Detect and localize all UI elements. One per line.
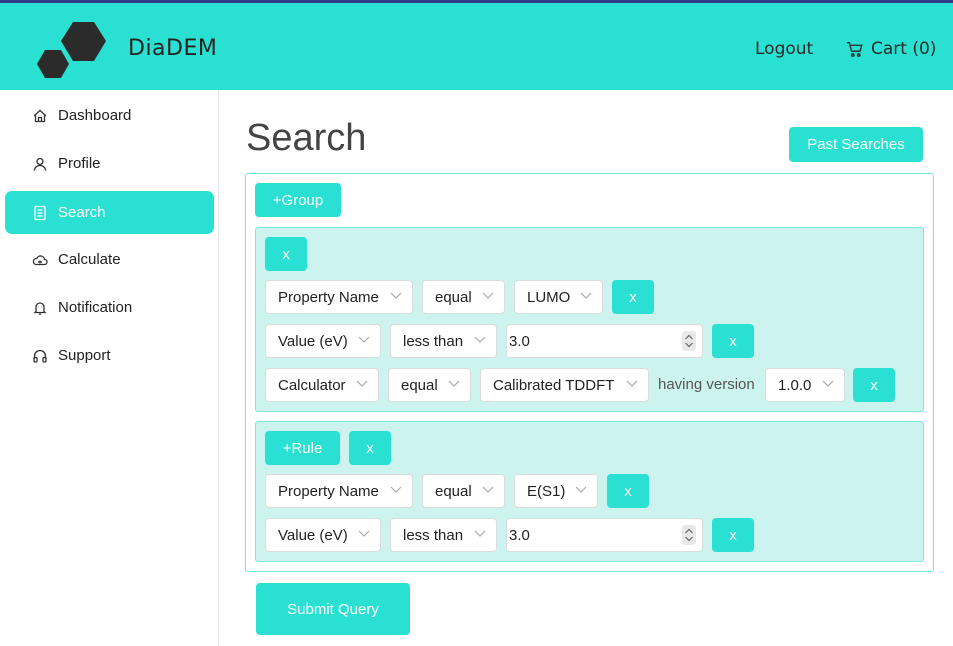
having-version-label: having version [658,376,755,393]
chevron-down-icon [390,292,402,299]
value-select[interactable]: E(S1) [514,474,598,508]
sidebar-item-label: Notification [58,299,133,316]
remove-group-button[interactable]: x [265,237,307,271]
sidebar-item-label: Support [58,347,111,364]
sidebar: Dashboard Profile Search Calculate Notif… [0,90,219,646]
operator-select[interactable]: equal [422,280,505,314]
list-icon [32,205,48,221]
select-value: Property Name [278,482,379,500]
chevron-down-icon [626,380,638,387]
field-select[interactable]: Value (eV) [265,518,381,552]
value-select[interactable]: LUMO [514,280,603,314]
field-select[interactable]: Calculator [265,368,379,402]
sidebar-item-label: Dashboard [58,107,132,124]
select-value: Calibrated TDDFT [493,376,615,394]
user-icon [32,156,48,172]
chevron-down-icon [358,530,370,537]
input-value: 3.0 [509,526,530,544]
headset-icon [32,348,48,364]
value-number-input[interactable]: 3.0 [506,518,703,552]
chevron-down-icon [822,380,834,387]
remove-rule-button[interactable]: x [853,368,895,402]
stepper-arrows-icon [685,528,693,542]
select-value: equal [435,482,472,500]
chevron-down-icon [448,380,460,387]
operator-select[interactable]: equal [422,474,505,508]
value-number-input[interactable]: 3.0 [506,324,703,358]
brand-name: DiaDEM [128,36,218,61]
diadem-logo-icon [37,22,106,78]
field-select[interactable]: Property Name [265,280,413,314]
home-icon [32,108,48,124]
operator-select[interactable]: less than [390,518,497,552]
select-value: less than [403,332,464,350]
field-select[interactable]: Property Name [265,474,413,508]
select-value: equal [435,288,472,306]
operator-select[interactable]: equal [388,368,471,402]
page-title: Search [246,117,367,159]
add-group-button[interactable]: +Group [255,183,341,217]
logout-link[interactable]: Logout [755,39,813,59]
select-value: Calculator [278,376,346,394]
number-stepper[interactable] [682,331,696,351]
cart-icon [846,41,863,57]
cloud-icon [32,252,48,268]
sidebar-item-profile[interactable]: Profile [5,142,214,185]
chevron-down-icon [358,336,370,343]
bell-icon [32,300,48,316]
select-value: Value (eV) [278,332,348,350]
remove-rule-button[interactable]: x [607,474,649,508]
chevron-down-icon [474,530,486,537]
chevron-down-icon [356,380,368,387]
chevron-down-icon [474,336,486,343]
chevron-down-icon [482,292,494,299]
sidebar-item-calculate[interactable]: Calculate [5,238,214,281]
cart-label: Cart (0) [871,39,937,59]
select-value: Value (eV) [278,526,348,544]
remove-group-button[interactable]: x [349,431,391,465]
input-value: 3.0 [509,332,530,350]
chevron-down-icon [390,486,402,493]
select-value: equal [401,376,438,394]
top-header: DiaDEM Logout Cart (0) [0,3,953,90]
operator-select[interactable]: less than [390,324,497,358]
submit-query-button[interactable]: Submit Query [256,583,410,635]
add-rule-button[interactable]: +Rule [265,431,340,465]
remove-rule-button[interactable]: x [712,324,754,358]
chevron-down-icon [575,486,587,493]
remove-rule-button[interactable]: x [712,518,754,552]
sidebar-item-label: Calculate [58,251,121,268]
sidebar-item-dashboard[interactable]: Dashboard [5,94,214,137]
sidebar-item-label: Profile [58,155,101,172]
sidebar-item-support[interactable]: Support [5,334,214,377]
chevron-down-icon [580,292,592,299]
chevron-down-icon [482,486,494,493]
sidebar-item-label: Search [58,204,106,221]
sidebar-item-search[interactable]: Search [5,191,214,234]
field-select[interactable]: Value (eV) [265,324,381,358]
sidebar-item-notification[interactable]: Notification [5,286,214,329]
select-value: 1.0.0 [778,376,812,394]
version-select[interactable]: 1.0.0 [765,368,845,402]
select-value: LUMO [527,288,571,306]
past-searches-button[interactable]: Past Searches [789,127,923,162]
select-value: less than [403,526,464,544]
stepper-arrows-icon [685,334,693,348]
select-value: Property Name [278,288,379,306]
value-select[interactable]: Calibrated TDDFT [480,368,649,402]
remove-rule-button[interactable]: x [612,280,654,314]
number-stepper[interactable] [682,525,696,545]
select-value: E(S1) [527,482,566,500]
cart-link[interactable]: Cart (0) [846,39,936,59]
